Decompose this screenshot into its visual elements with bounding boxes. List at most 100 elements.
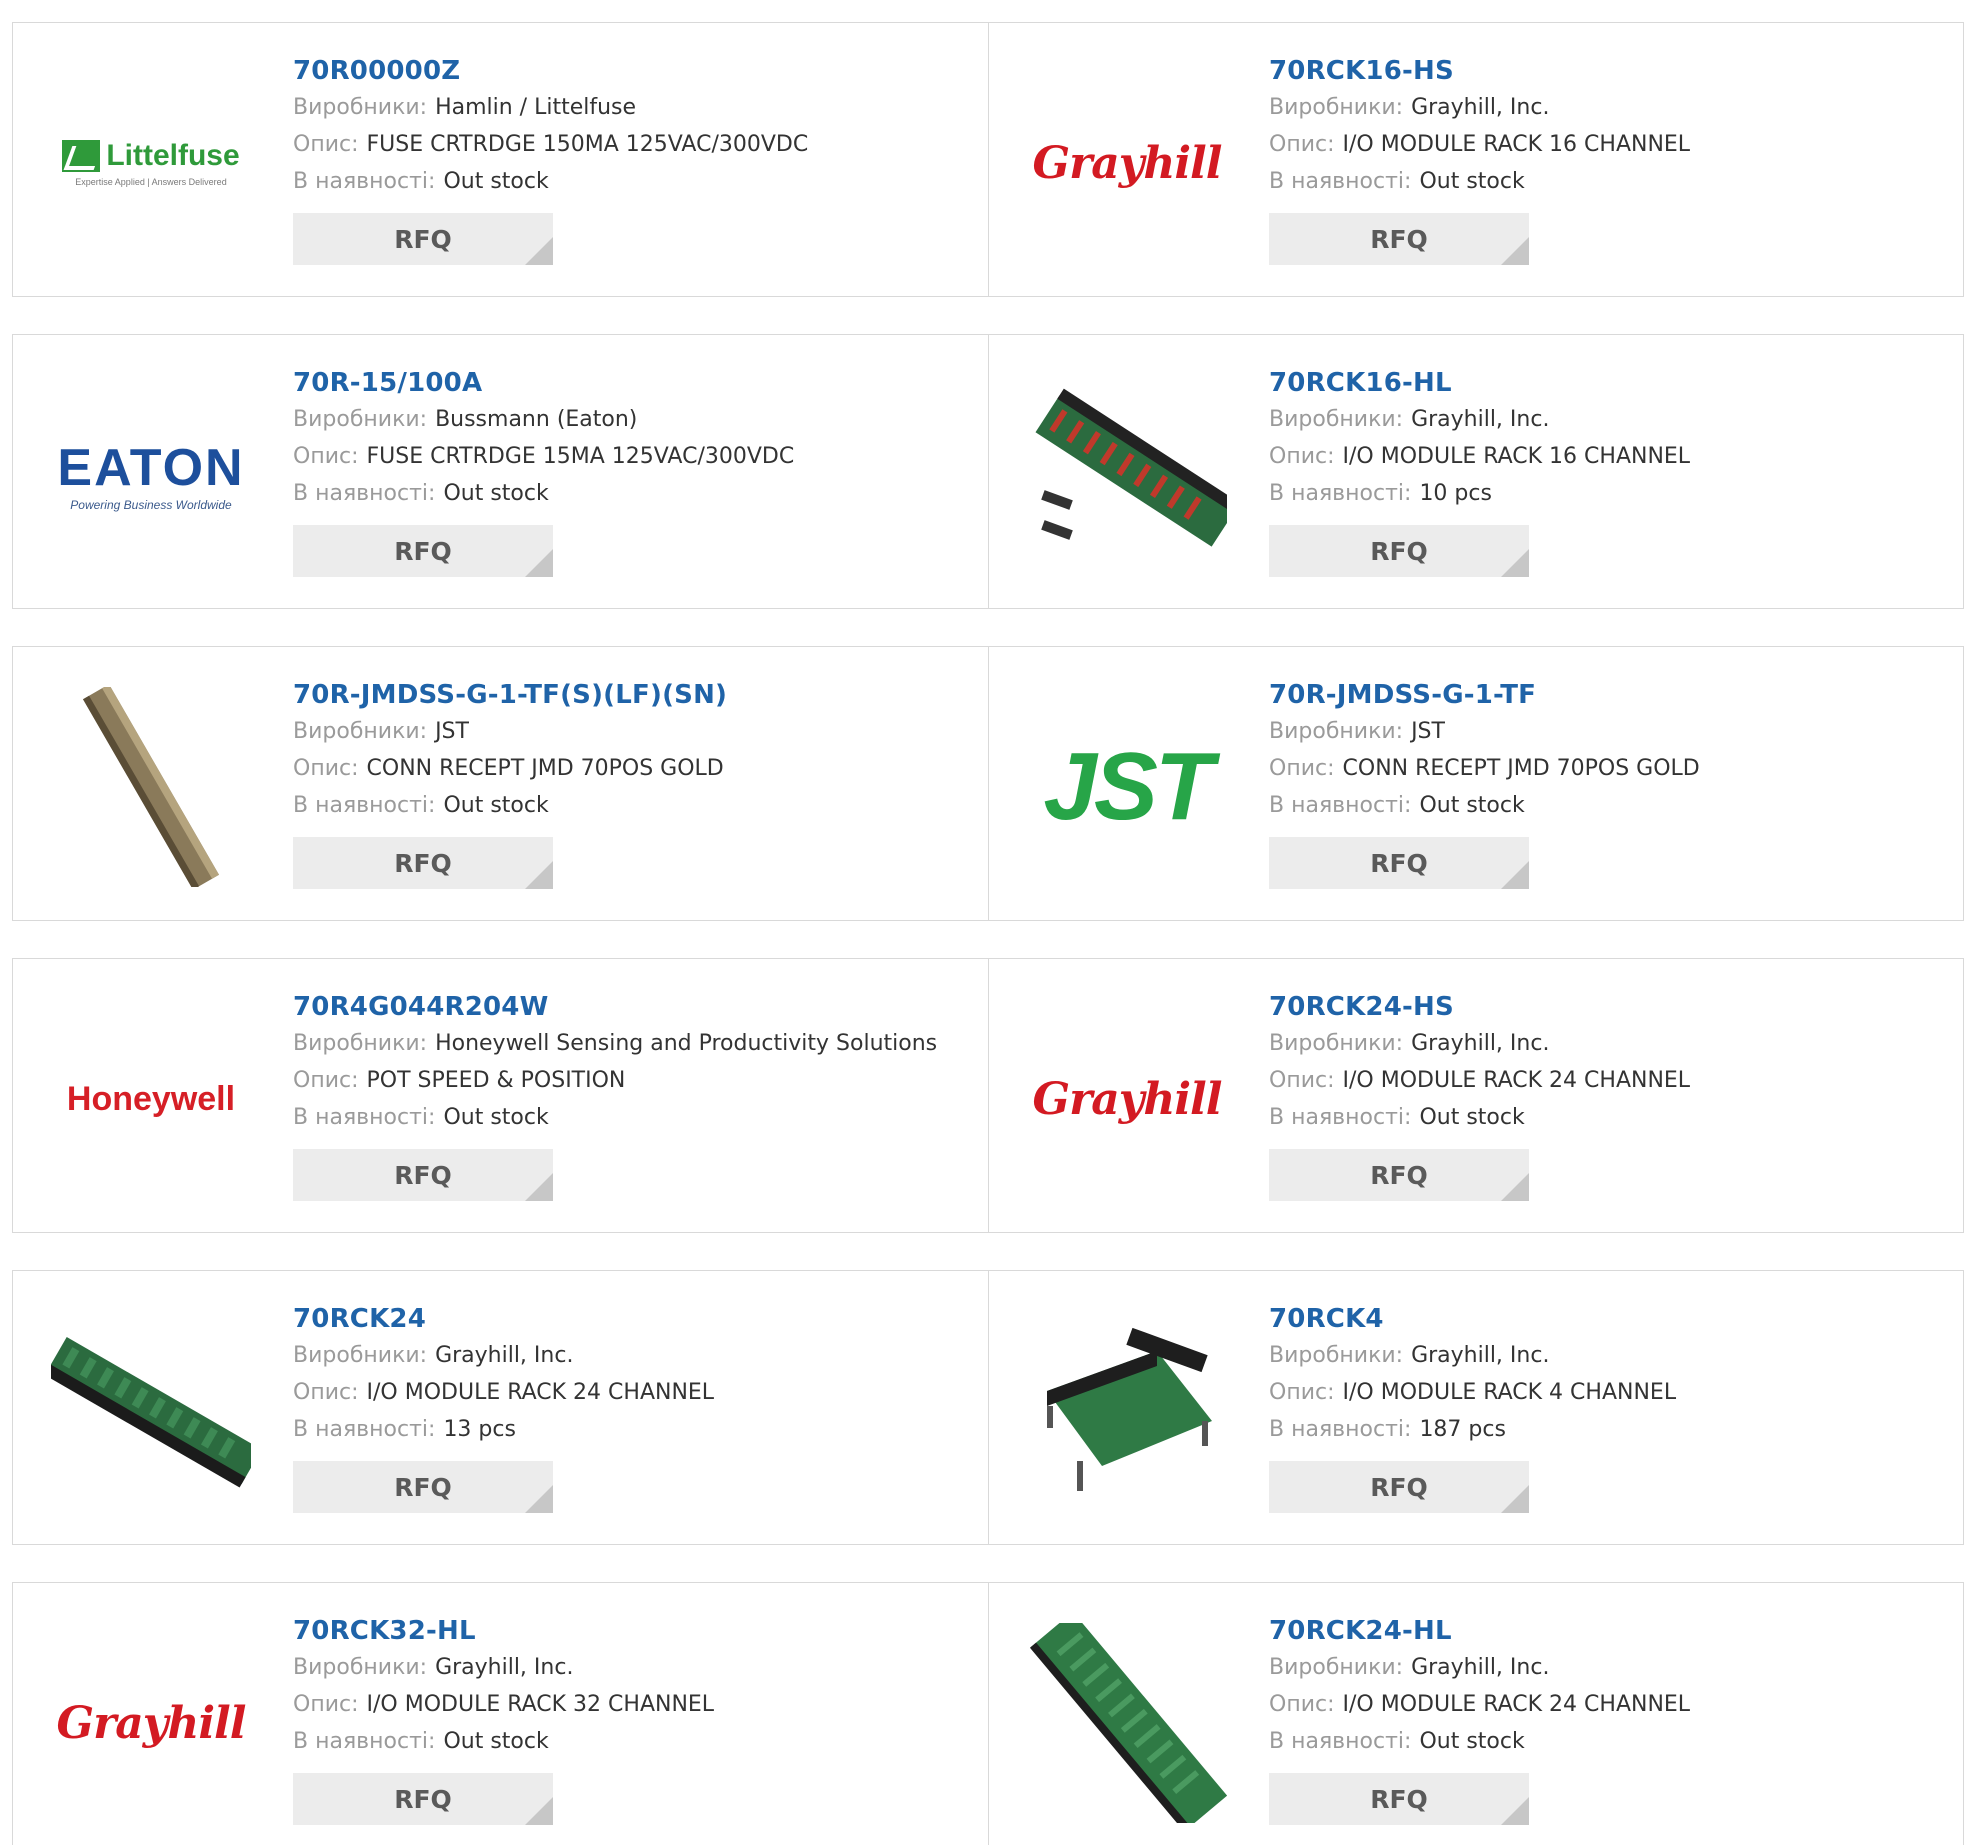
part-number-link[interactable]: 70RCK16-HS: [1269, 53, 1690, 89]
eaton-logo[interactable]: EATON Powering Business Worldwide: [51, 375, 251, 575]
manufacturer-label: Виробники:: [293, 1031, 428, 1056]
stock-label: В наявності:: [293, 1417, 436, 1442]
stock-value: Out stock: [443, 169, 549, 194]
rack4-board-photo[interactable]: [1027, 1311, 1227, 1511]
rfq-button[interactable]: RFQ: [1269, 837, 1529, 889]
manufacturer-value: Grayhill, Inc.: [435, 1343, 574, 1368]
rfq-button[interactable]: RFQ: [293, 213, 553, 265]
manufacturer-value: Grayhill, Inc.: [1411, 95, 1550, 120]
rack-board-photo[interactable]: [1027, 375, 1227, 575]
product-row: EATON Powering Business Worldwide 70R-15…: [12, 334, 1964, 609]
manufacturer-value: JST: [1411, 719, 1445, 744]
logo-text: Grayhill: [1032, 137, 1223, 189]
description-value: I/O MODULE RACK 32 CHANNEL: [366, 1692, 715, 1717]
rack-board-photo[interactable]: [51, 1311, 251, 1511]
corner-decoration: [525, 1173, 553, 1201]
part-number-link[interactable]: 70RCK16-HL: [1269, 365, 1690, 401]
description-label: Опис:: [1269, 444, 1335, 469]
manufacturer-value: Bussmann (Eaton): [435, 407, 638, 432]
stock-value: Out stock: [1419, 793, 1525, 818]
product-card: Grayhill 70RCK16-HS Виробники: Grayhill, …: [989, 22, 1964, 297]
littelfuse-mark-icon: [62, 140, 101, 172]
part-number-link[interactable]: 70RCK24: [293, 1301, 714, 1337]
manufacturer-label: Виробники:: [1269, 407, 1404, 432]
manufacturer-label: Виробники:: [1269, 1343, 1404, 1368]
rfq-label: RFQ: [394, 1472, 452, 1502]
rfq-button[interactable]: RFQ: [1269, 525, 1529, 577]
stock-label: В наявності:: [293, 1729, 436, 1754]
product-card: Honeywell 70R4G044R204W Виробники: Honeyw…: [12, 958, 989, 1233]
rfq-button[interactable]: RFQ: [293, 1461, 553, 1513]
product-info: 70RCK4 Виробники: Grayhill, Inc. Опис: I/O…: [1269, 1301, 1676, 1513]
logo-text: Grayhill: [1032, 1073, 1223, 1125]
stock-value: 187 pcs: [1419, 1417, 1506, 1442]
description-value: I/O MODULE RACK 4 CHANNEL: [1342, 1380, 1677, 1405]
product-card: 70RCK24 Виробники: Grayhill, Inc. Опис: I/…: [12, 1270, 989, 1545]
description-label: Опис:: [1269, 1068, 1335, 1093]
description-value: FUSE CRTRDGE 150MA 125VAC/300VDC: [366, 132, 809, 157]
description-value: I/O MODULE RACK 24 CHANNEL: [366, 1380, 715, 1405]
rfq-label: RFQ: [1370, 224, 1428, 254]
description-label: Опис:: [1269, 1692, 1335, 1717]
manufacturer-value: Honeywell Sensing and Productivity Solut…: [435, 1031, 938, 1056]
part-number-link[interactable]: 70RCK24-HL: [1269, 1613, 1690, 1649]
part-number-link[interactable]: 70R-JMDSS-G-1-TF(S)(LF)(SN): [293, 677, 727, 713]
product-info: 70RCK16-HL Виробники: Grayhill, Inc. Опис…: [1269, 365, 1690, 577]
corner-decoration: [1501, 861, 1529, 889]
part-number-link[interactable]: 70R00000Z: [293, 53, 808, 89]
description-value: CONN RECEPT JMD 70POS GOLD: [1342, 756, 1700, 781]
connector-photo[interactable]: [51, 687, 251, 887]
grayhill-logo[interactable]: Grayhill: [1027, 999, 1227, 1199]
part-number-link[interactable]: 70RCK4: [1269, 1301, 1676, 1337]
corner-decoration: [525, 1485, 553, 1513]
honeywell-logo[interactable]: Honeywell: [51, 999, 251, 1199]
stock-label: В наявності:: [1269, 1105, 1412, 1130]
product-card: Grayhill 70RCK32-HL Виробники: Grayhill, …: [12, 1582, 989, 1845]
stock-value: Out stock: [443, 793, 549, 818]
manufacturer-label: Виробники:: [293, 1343, 428, 1368]
description-label: Опис:: [293, 444, 359, 469]
part-number-link[interactable]: 70R-15/100A: [293, 365, 794, 401]
rfq-button[interactable]: RFQ: [293, 1149, 553, 1201]
grayhill-logo[interactable]: Grayhill: [1027, 63, 1227, 263]
stock-label: В наявності:: [293, 169, 436, 194]
rfq-button[interactable]: RFQ: [1269, 1149, 1529, 1201]
rfq-button[interactable]: RFQ: [1269, 1773, 1529, 1825]
manufacturer-label: Виробники:: [293, 719, 428, 744]
rfq-label: RFQ: [394, 224, 452, 254]
stock-label: В наявності:: [1269, 793, 1412, 818]
rfq-button[interactable]: RFQ: [1269, 213, 1529, 265]
jst-logo[interactable]: JST: [1027, 687, 1227, 887]
manufacturer-label: Виробники:: [1269, 95, 1404, 120]
stock-label: В наявності:: [1269, 169, 1412, 194]
stock-value: 10 pcs: [1419, 481, 1492, 506]
product-info: 70R-15/100A Виробники: Bussmann (Eaton) О…: [293, 365, 794, 577]
rfq-button[interactable]: RFQ: [293, 837, 553, 889]
part-number-link[interactable]: 70R-JMDSS-G-1-TF: [1269, 677, 1700, 713]
rfq-button[interactable]: RFQ: [1269, 1461, 1529, 1513]
corner-decoration: [525, 237, 553, 265]
part-number-link[interactable]: 70R4G044R204W: [293, 989, 937, 1025]
corner-decoration: [1501, 1797, 1529, 1825]
corner-decoration: [525, 549, 553, 577]
corner-decoration: [1501, 237, 1529, 265]
manufacturer-value: JST: [435, 719, 469, 744]
rfq-button[interactable]: RFQ: [293, 1773, 553, 1825]
rfq-button[interactable]: RFQ: [293, 525, 553, 577]
grayhill-logo[interactable]: Grayhill: [51, 1623, 251, 1823]
littelfuse-logo[interactable]: Littelfuse Expertise Applied | Answers D…: [51, 63, 251, 263]
description-label: Опис:: [293, 132, 359, 157]
part-number-link[interactable]: 70RCK32-HL: [293, 1613, 714, 1649]
manufacturer-label: Виробники:: [293, 407, 428, 432]
product-info: 70R00000Z Виробники: Hamlin / Littelfuse …: [293, 53, 808, 265]
logo-tagline: Expertise Applied | Answers Delivered: [75, 177, 227, 187]
rfq-label: RFQ: [394, 536, 452, 566]
stock-label: В наявності:: [1269, 1417, 1412, 1442]
manufacturer-value: Grayhill, Inc.: [1411, 1031, 1550, 1056]
rack-board-photo[interactable]: [1027, 1623, 1227, 1823]
description-label: Опис:: [293, 1692, 359, 1717]
manufacturer-label: Виробники:: [1269, 1655, 1404, 1680]
part-number-link[interactable]: 70RCK24-HS: [1269, 989, 1690, 1025]
stock-label: В наявності:: [1269, 1729, 1412, 1754]
product-info: 70RCK24-HS Виробники: Grayhill, Inc. Опис…: [1269, 989, 1690, 1201]
